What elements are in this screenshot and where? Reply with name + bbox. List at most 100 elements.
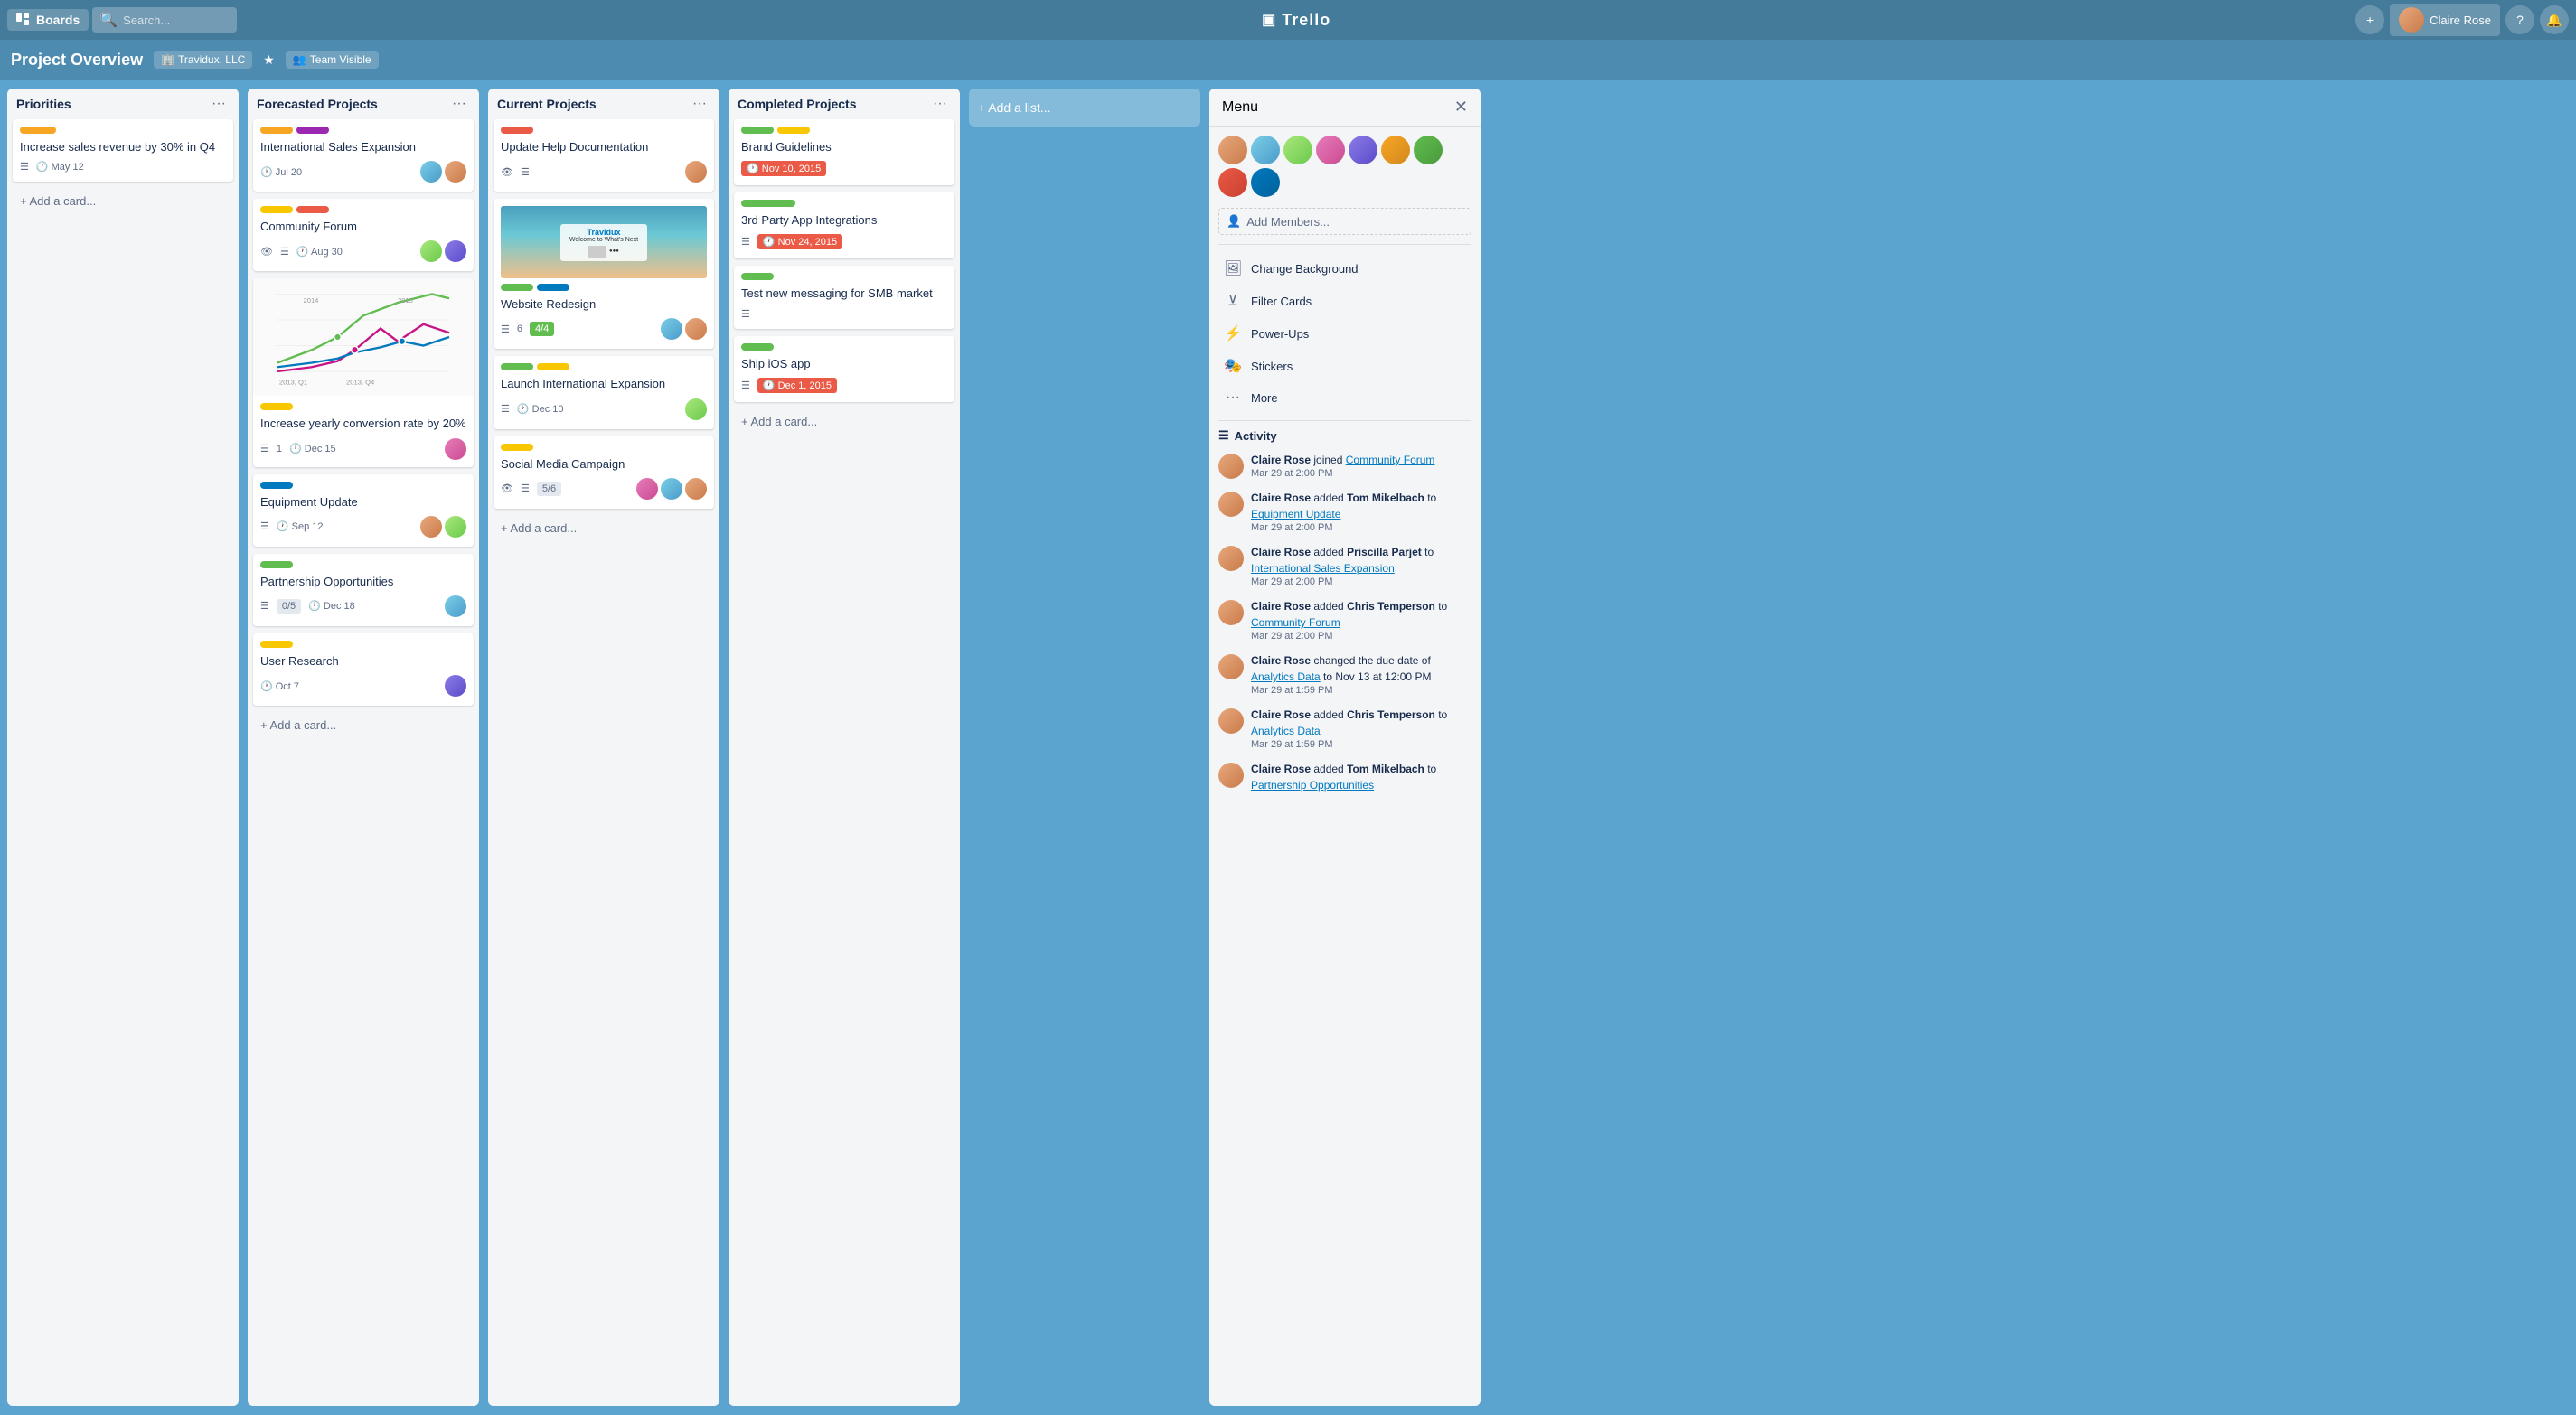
card-c2[interactable]: Travidux Welcome to What's Next ●●● Webs…	[494, 199, 714, 349]
menu-item-label: Stickers	[1251, 360, 1293, 373]
card-label	[741, 273, 774, 280]
column-menu-completed[interactable]: ···	[929, 96, 951, 112]
board-org[interactable]: 🏢 Travidux, LLC	[154, 51, 252, 69]
add-members-button[interactable]: 👤 Add Members...	[1218, 208, 1471, 235]
user-menu-button[interactable]: Claire Rose	[2390, 4, 2500, 36]
card-avatars	[420, 161, 466, 183]
card-label	[260, 561, 293, 568]
avatar	[636, 478, 658, 500]
menu-avatar	[1218, 168, 1247, 197]
team-visibility: 👥 Team Visible	[286, 51, 379, 69]
card-label	[260, 403, 293, 410]
menu-item-label: Power-Ups	[1251, 327, 1309, 341]
card-label	[20, 127, 56, 134]
card-c4[interactable]: Social Media Campaign 👁 ☰ 5/6	[494, 436, 714, 509]
card-c3[interactable]: Launch International Expansion ☰ 🕐 Dec 1…	[494, 356, 714, 428]
card-title: Increase sales revenue by 30% in Q4	[20, 139, 226, 155]
avatar	[445, 161, 466, 183]
activity-label: Activity	[1235, 429, 1277, 443]
menu-divider	[1218, 244, 1471, 245]
column-menu-current[interactable]: ···	[689, 96, 710, 112]
column-cards-forecasted: International Sales Expansion 🕐 Jul 20 C…	[248, 119, 479, 1406]
column-title-completed: Completed Projects	[738, 97, 856, 111]
card-labels	[260, 403, 466, 410]
card-c1[interactable]: Update Help Documentation 👁 ☰	[494, 119, 714, 192]
eye-icon: 👁	[501, 483, 513, 494]
card-labels	[20, 127, 226, 134]
card-f5[interactable]: Partnership Opportunities ☰ 0/5 🕐 Dec 18	[253, 554, 474, 626]
card-f2[interactable]: Community Forum 👁 ☰ 🕐 Aug 30	[253, 199, 474, 271]
activity-link[interactable]: Community Forum	[1346, 454, 1435, 466]
activity-link[interactable]: Equipment Update	[1251, 508, 1340, 520]
card-cp1[interactable]: Brand Guidelines 🕐 Nov 10, 2015	[734, 119, 954, 185]
card-f4[interactable]: Equipment Update ☰ 🕐 Sep 12	[253, 474, 474, 547]
activity-avatar	[1218, 763, 1244, 788]
card-f1[interactable]: International Sales Expansion 🕐 Jul 20	[253, 119, 474, 192]
card-meta: 🕐 Nov 10, 2015	[741, 161, 947, 176]
card-labels	[741, 127, 947, 134]
activity-item: Claire Rose added Tom Mikelbach to Equip…	[1218, 490, 1471, 533]
card-f3-chart[interactable]: 2013, Q1 2013, Q4 2014 2015 Increase yea…	[253, 278, 474, 466]
menu-item-change-background[interactable]: 🖼 Change Background	[1218, 252, 1471, 285]
search-input[interactable]	[123, 14, 230, 27]
help-button[interactable]: ?	[2505, 5, 2534, 34]
menu-item-filter-cards[interactable]: ⊻ Filter Cards	[1218, 285, 1471, 317]
visibility-icon: 👥	[293, 53, 306, 66]
column-header-forecasted: Forecasted Projects ···	[248, 89, 479, 119]
activity-link[interactable]: Partnership Opportunities	[1251, 779, 1374, 792]
menu-close-button[interactable]: ✕	[1454, 98, 1468, 117]
card-labels	[501, 363, 707, 370]
card-f6[interactable]: User Research 🕐 Oct 7	[253, 633, 474, 706]
menu-item-stickers[interactable]: 🎭 Stickers	[1218, 350, 1471, 382]
activity-link[interactable]: Analytics Data	[1251, 670, 1321, 683]
notifications-button[interactable]: 🔔	[2540, 5, 2569, 34]
add-card-current[interactable]: + Add a card...	[494, 516, 714, 540]
activity-time: Mar 29 at 1:59 PM	[1251, 685, 1471, 696]
card-meta: ☰	[741, 308, 947, 320]
card-label	[296, 206, 329, 213]
activity-text: Claire Rose changed the due date of Anal…	[1251, 652, 1471, 685]
card-label	[260, 127, 293, 134]
avatar	[445, 675, 466, 697]
boards-button[interactable]: Boards	[7, 9, 89, 31]
add-card-completed[interactable]: + Add a card...	[734, 409, 954, 434]
due-date: 🕐 Dec 15	[289, 443, 336, 454]
activity-time: Mar 29 at 2:00 PM	[1251, 576, 1471, 587]
activity-icon: ☰	[1218, 428, 1229, 443]
add-list-button[interactable]: + Add a list...	[969, 89, 1200, 127]
column-menu-forecasted[interactable]: ···	[448, 96, 470, 112]
card-label	[537, 284, 569, 291]
activity-item: Claire Rose added Priscilla Parjet to In…	[1218, 544, 1471, 587]
star-button[interactable]: ★	[263, 52, 275, 68]
menu-item-label: More	[1251, 391, 1278, 405]
activity-link[interactable]: Community Forum	[1251, 616, 1340, 629]
card-label	[501, 284, 533, 291]
column-header-current: Current Projects ···	[488, 89, 719, 119]
card-cp3[interactable]: Test new messaging for SMB market ☰	[734, 266, 954, 328]
card-labels	[260, 127, 466, 134]
activity-link[interactable]: International Sales Expansion	[1251, 562, 1395, 575]
menu-item-power-ups[interactable]: ⚡ Power-Ups	[1218, 317, 1471, 350]
menu-avatars	[1218, 136, 1471, 197]
add-members-icon: 👤	[1227, 214, 1241, 229]
activity-avatar	[1218, 654, 1244, 679]
activity-link[interactable]: Analytics Data	[1251, 725, 1321, 737]
add-card-forecasted[interactable]: + Add a card...	[253, 713, 474, 737]
search-bar[interactable]: 🔍	[92, 7, 237, 33]
card-cp2[interactable]: 3rd Party App Integrations ☰ 🕐 Nov 24, 2…	[734, 192, 954, 258]
menu-item-more[interactable]: ··· More	[1218, 382, 1471, 413]
add-button[interactable]: +	[2355, 5, 2384, 34]
card-cp4[interactable]: Ship iOS app ☰ 🕐 Dec 1, 2015	[734, 336, 954, 402]
add-card-priorities[interactable]: + Add a card...	[13, 189, 233, 213]
card-title: Increase yearly conversion rate by 20%	[260, 416, 466, 432]
avatar	[445, 240, 466, 262]
card-label	[296, 127, 329, 134]
menu-item-label: Change Background	[1251, 262, 1359, 276]
menu-content: 👤 Add Members... 🖼 Change Background ⊻ F…	[1209, 127, 1481, 1406]
card-meta: 👁 ☰ 🕐 Aug 30	[260, 240, 466, 262]
trello-logo: ▣ Trello	[240, 11, 2352, 30]
card-p1[interactable]: Increase sales revenue by 30% in Q4 ☰ 🕐 …	[13, 119, 233, 182]
card-label	[260, 206, 293, 213]
avatar	[661, 478, 682, 500]
column-menu-priorities[interactable]: ···	[208, 96, 230, 112]
